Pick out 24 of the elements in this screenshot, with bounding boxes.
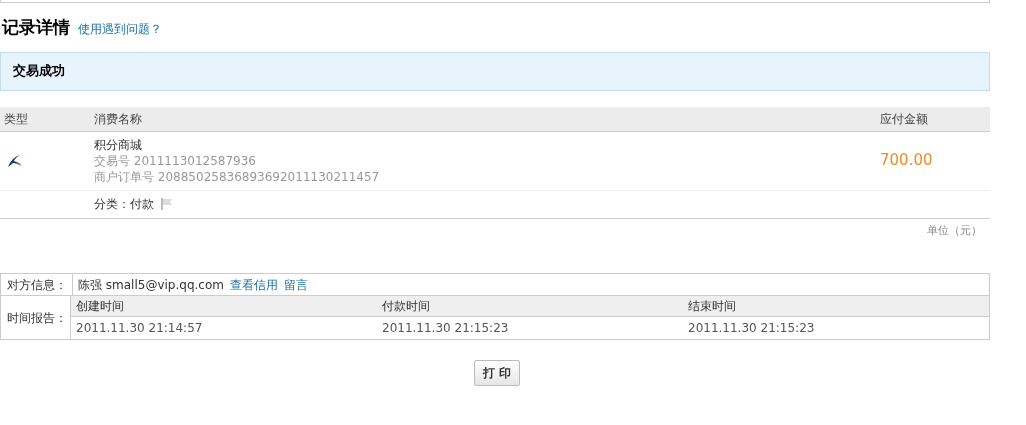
time-header: 结束时间	[687, 298, 737, 315]
page-title: 记录详情	[2, 16, 70, 39]
time-value: 2011.11.30 21:15:23	[381, 320, 510, 337]
item-name: 积分商城	[94, 136, 143, 153]
status-text: 交易成功	[13, 62, 65, 81]
time-header: 付款时间	[381, 298, 431, 315]
help-link[interactable]: 使用遇到问题？	[78, 20, 162, 38]
time-value: 2011.11.30 21:14:57	[75, 320, 204, 337]
print-button[interactable]: 打 印	[473, 360, 521, 386]
order-number: 商户订单号 20885025836893692011130211457	[94, 168, 381, 185]
info-link[interactable]: 留言	[284, 275, 308, 294]
counterparty-text: 陈强 small5@vip.qq.com	[78, 276, 224, 294]
time-header: 创建时间	[75, 298, 125, 315]
column-header: 消费名称	[94, 110, 143, 128]
info-label: 对方信息：	[1, 274, 73, 295]
info-link[interactable]: 查看信用	[230, 275, 278, 294]
unit-text: 单位（元）	[927, 222, 982, 239]
category-text: 分类：付款	[94, 196, 154, 213]
column-header: 类型	[3, 110, 29, 128]
trade-number: 交易号 2011113012587936	[94, 152, 257, 169]
amount-text: 700.00	[880, 150, 934, 172]
column-header: 应付金额	[880, 110, 929, 128]
flag-icon	[160, 197, 174, 211]
time-value: 2011.11.30 21:15:23	[687, 320, 816, 337]
